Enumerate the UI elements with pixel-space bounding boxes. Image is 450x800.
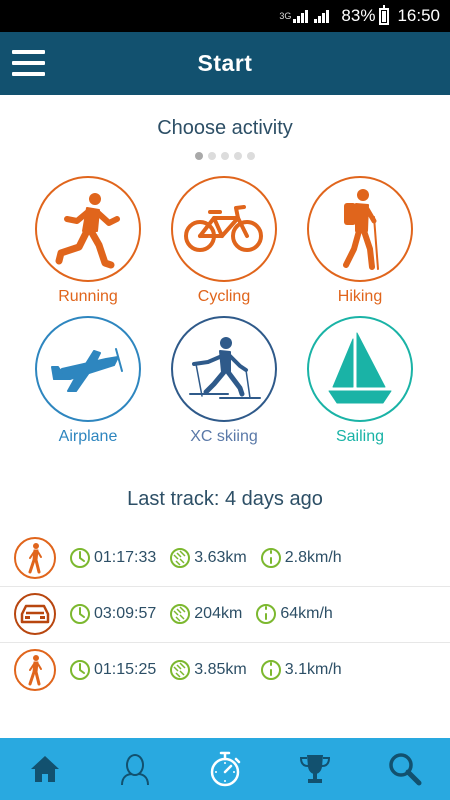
bicycle-icon: [171, 176, 277, 282]
activity-running[interactable]: Running: [34, 176, 142, 306]
track-distance: 3.85km: [169, 659, 247, 681]
activity-xc-skiing[interactable]: XC skiing: [170, 316, 278, 446]
track-row[interactable]: 01:15:25 3.85km 3.1km/h: [0, 644, 450, 696]
battery-icon: [379, 4, 390, 25]
activity-label: Running: [58, 288, 118, 305]
hiking-icon: [307, 176, 413, 282]
app-bar: Start: [0, 32, 450, 95]
walking-icon: [14, 649, 56, 691]
distance-icon: [169, 659, 191, 681]
trophy-icon: [299, 755, 331, 783]
airplane-icon: [35, 316, 141, 422]
distance-icon: [169, 547, 191, 569]
clock-icon: [69, 603, 91, 625]
hamburger-menu-icon[interactable]: [12, 50, 45, 76]
network-type: 3G: [279, 11, 292, 21]
status-bar: 3G 83% 16:50: [0, 0, 450, 32]
speed-icon: [255, 603, 277, 625]
activity-label: Cycling: [197, 288, 251, 305]
profile-icon: [121, 754, 149, 786]
search-icon: [389, 753, 422, 786]
bottom-nav: [0, 738, 450, 800]
activity-cycling[interactable]: Cycling: [170, 176, 278, 306]
clock-icon: [69, 547, 91, 569]
activity-label: Airplane: [58, 428, 118, 445]
duration-value: 01:17:33: [94, 549, 157, 566]
page-dot: [221, 152, 229, 160]
track-speed: 3.1km/h: [260, 659, 342, 681]
speed-icon: [260, 659, 282, 681]
duration-value: 01:15:25: [94, 661, 157, 678]
page-indicator: [0, 152, 450, 160]
distance-icon: [169, 603, 191, 625]
duration-value: 03:09:57: [94, 605, 157, 622]
car-icon: [14, 593, 56, 635]
nav-home[interactable]: [15, 738, 75, 800]
signal-icon: [293, 9, 309, 23]
nav-profile[interactable]: [105, 738, 165, 800]
signal-icon-2: [314, 9, 330, 23]
track-row[interactable]: 01:17:33 3.63km 2.8km/h: [0, 532, 450, 584]
track-distance: 204km: [169, 603, 242, 625]
speed-value: 3.1km/h: [284, 661, 342, 678]
nav-search[interactable]: [375, 738, 435, 800]
track-duration: 03:09:57: [69, 603, 156, 625]
stopwatch-icon: [210, 751, 241, 787]
xc-skiing-icon: [171, 316, 277, 422]
sailboat-icon: [307, 316, 413, 422]
track-row[interactable]: 03:09:57 204km 64km/h: [0, 588, 450, 640]
track-speed: 64km/h: [255, 603, 333, 625]
running-icon: [35, 176, 141, 282]
distance-value: 204km: [194, 605, 243, 622]
divider: [0, 586, 450, 587]
speed-value: 2.8km/h: [284, 549, 342, 566]
choose-activity-title: Choose activity: [157, 117, 293, 139]
walking-icon: [14, 537, 56, 579]
activity-airplane[interactable]: Airplane: [34, 316, 142, 446]
page-dot: [234, 152, 242, 160]
divider: [0, 642, 450, 643]
page-dot: [208, 152, 216, 160]
track-speed: 2.8km/h: [260, 547, 342, 569]
home-icon: [31, 756, 59, 782]
activity-label: Sailing: [335, 428, 385, 445]
clock: 16:50: [397, 6, 440, 25]
track-distance: 3.63km: [169, 547, 247, 569]
speed-icon: [260, 547, 282, 569]
activity-label: XC skiing: [190, 428, 258, 445]
speed-value: 64km/h: [280, 605, 333, 622]
nav-stopwatch[interactable]: [195, 738, 255, 800]
distance-value: 3.85km: [194, 661, 247, 678]
page-title: Start: [197, 50, 253, 76]
clock-icon: [69, 659, 91, 681]
activity-label: Hiking: [337, 288, 383, 305]
distance-value: 3.63km: [194, 549, 247, 566]
track-duration: 01:15:25: [69, 659, 156, 681]
track-duration: 01:17:33: [69, 547, 156, 569]
last-track-title: Last track: 4 days ago: [127, 488, 323, 510]
nav-trophy[interactable]: [285, 738, 345, 800]
activity-sailing[interactable]: Sailing: [306, 316, 414, 446]
battery-percent: 83%: [341, 6, 376, 25]
page-dot: [195, 152, 203, 160]
page-dot: [247, 152, 255, 160]
activity-hiking[interactable]: Hiking: [306, 176, 414, 306]
